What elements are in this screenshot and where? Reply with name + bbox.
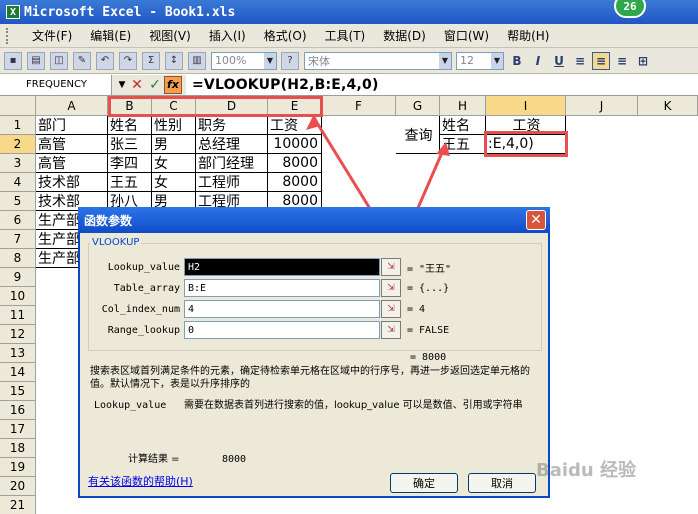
arg-row-col-index-num: Col_index_num 4 ⇲ = 4 — [80, 299, 425, 319]
dialog-title-bar[interactable]: 函数参数 ✕ — [78, 207, 550, 233]
collapse-dialog-icon[interactable]: ⇲ — [381, 321, 401, 339]
insert-function-button[interactable]: fx — [164, 75, 182, 94]
formula-input[interactable]: =VLOOKUP(H2,B:E,4,0) — [186, 77, 379, 93]
arg-label: Col_index_num — [101, 303, 180, 315]
arg-row-lookup-value: Lookup_value H2 ⇲ = "王五" — [80, 257, 451, 277]
param-name: Lookup_value — [94, 400, 167, 411]
calc-result-label: 计算结果 = — [128, 454, 180, 465]
arg-label: Range_lookup — [107, 324, 180, 336]
underline-button[interactable]: U — [550, 52, 568, 70]
notification-badge: 26 — [614, 0, 646, 18]
merge-center-icon[interactable]: ⊞ — [634, 52, 652, 70]
cancel-icon[interactable]: ✕ — [128, 77, 146, 93]
menu-window[interactable]: 窗口(W) — [444, 27, 489, 44]
arg-label: Lookup_value — [107, 261, 180, 273]
function-description: 搜索表区域首列满足条件的元素，确定待检索单元格在区域中的行序号，再进一步返回选定… — [90, 366, 530, 390]
menu-bar: 文件(F) 编辑(E) 视图(V) 插入(I) 格式(O) 工具(T) 数据(D… — [0, 24, 698, 48]
col-index-num-input[interactable]: 4 — [184, 300, 380, 318]
redo-icon[interactable]: ↷ — [119, 51, 137, 70]
enter-icon[interactable]: ✓ — [146, 77, 164, 93]
preview-icon[interactable]: ◫ — [50, 51, 68, 70]
bold-button[interactable]: B — [508, 52, 526, 70]
name-dropdown-icon[interactable]: ▼ — [116, 80, 128, 90]
undo-icon[interactable]: ↶ — [96, 51, 114, 70]
sort-icon[interactable]: ↕ — [165, 51, 183, 70]
baidu-watermark: Baidu 经验 — [536, 460, 637, 481]
function-arguments-dialog: 函数参数 ✕ VLOOKUP Lookup_value H2 ⇲ = "王五" … — [78, 207, 550, 498]
collapse-dialog-icon[interactable]: ⇲ — [381, 300, 401, 318]
arrow-head-lookup-cell — [436, 142, 450, 156]
menu-help[interactable]: 帮助(H) — [507, 27, 549, 44]
align-right-icon[interactable]: ≡ — [613, 52, 631, 70]
arg-result: = "王五" — [407, 263, 452, 275]
chevron-down-icon: ▼ — [439, 52, 451, 69]
menu-file[interactable]: 文件(F) — [32, 27, 72, 44]
close-icon[interactable]: ✕ — [526, 210, 546, 230]
cancel-button[interactable]: 取消 — [468, 473, 536, 493]
excel-app-icon: X — [6, 5, 20, 19]
ok-button[interactable]: 确定 — [390, 473, 458, 493]
name-box[interactable]: FREQUENCY — [0, 74, 112, 95]
dialog-title: 函数参数 — [84, 213, 133, 228]
menu-insert[interactable]: 插入(I) — [209, 27, 246, 44]
formula-bar: FREQUENCY ▼ ✕ ✓ fx =VLOOKUP(H2,B:E,4,0) — [0, 74, 698, 96]
italic-button[interactable]: I — [529, 52, 547, 70]
help-icon[interactable]: ? — [281, 51, 299, 70]
align-center-icon[interactable]: ≡ — [592, 51, 610, 70]
chevron-down-icon: ▼ — [491, 52, 503, 69]
calc-result-value: 8000 — [222, 454, 247, 465]
menu-format[interactable]: 格式(O) — [264, 27, 307, 44]
align-left-icon[interactable]: ≡ — [571, 52, 589, 70]
function-name-label: VLOOKUP — [90, 237, 142, 248]
menu-view[interactable]: 视图(V) — [149, 27, 191, 44]
chart-icon[interactable]: ▥ — [188, 51, 206, 70]
arg-row-table-array: Table_array B:E ⇲ = {...} — [80, 278, 449, 298]
arg-row-range-lookup: Range_lookup 0 ⇲ = FALSE — [80, 320, 449, 340]
format-painter-icon[interactable]: ✎ — [73, 51, 91, 70]
print-icon[interactable]: ▤ — [27, 51, 45, 70]
save-icon[interactable]: ▪ — [4, 51, 22, 70]
formula-buttons: ▼ ✕ ✓ fx — [112, 74, 186, 95]
menu-data[interactable]: 数据(D) — [383, 27, 426, 44]
collapse-dialog-icon[interactable]: ⇲ — [381, 258, 401, 276]
collapse-dialog-icon[interactable]: ⇲ — [381, 279, 401, 297]
toolbar: ▪ ▤ ◫ ✎ ↶ ↷ Σ ↕ ▥ 100% ▼ ? 宋体 ▼ 12 ▼ B I U … — [0, 48, 698, 74]
menu-edit[interactable]: 编辑(E) — [90, 27, 131, 44]
param-description: 需要在数据表首列进行搜索的值，lookup_value 可以是数值、引用或字符串 — [184, 400, 523, 411]
arg-result: = {...} — [407, 282, 450, 294]
table-array-input[interactable]: B:E — [184, 279, 380, 297]
range-lookup-input[interactable]: 0 — [184, 321, 380, 339]
font-size-select[interactable]: 12 ▼ — [456, 51, 504, 70]
menu-tools[interactable]: 工具(T) — [325, 27, 366, 44]
window-title: Microsoft Excel - Book1.xls — [24, 4, 236, 20]
menu-grip — [6, 27, 14, 44]
formula-result-preview: = 8000 — [410, 352, 447, 363]
chevron-down-icon: ▼ — [264, 52, 276, 69]
arg-label: Table_array — [113, 282, 180, 294]
arrow-head-table-range — [306, 114, 320, 130]
function-help-link[interactable]: 有关该函数的帮助(H) — [88, 473, 193, 489]
zoom-select[interactable]: 100% ▼ — [211, 51, 277, 70]
arg-result: = FALSE — [407, 324, 450, 336]
arg-result: = 4 — [407, 303, 426, 315]
font-select[interactable]: 宋体 ▼ — [304, 51, 452, 70]
lookup-value-input[interactable]: H2 — [184, 258, 380, 276]
insert-function-icon[interactable]: Σ — [142, 51, 160, 70]
title-bar: X Microsoft Excel - Book1.xls 26 — [0, 0, 698, 24]
